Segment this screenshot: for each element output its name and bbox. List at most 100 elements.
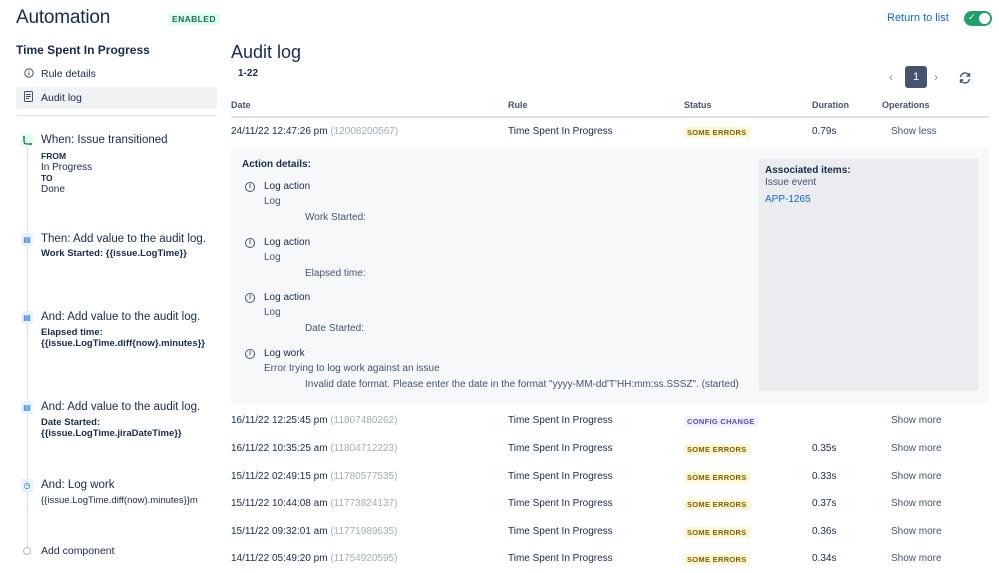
row-rule: Time Spent In Progress bbox=[508, 415, 613, 426]
action-name: Log action bbox=[264, 237, 311, 248]
associated-items-box: Associated items: Issue event APP-1265 bbox=[759, 159, 978, 391]
sidebar-item-audit-log[interactable]: Audit log bbox=[16, 87, 217, 109]
check-icon: ✓ bbox=[968, 12, 976, 22]
row-rule: Time Spent In Progress bbox=[508, 443, 613, 454]
info-icon: i bbox=[245, 293, 255, 303]
to-value: Done bbox=[41, 184, 65, 195]
chevron-right-icon[interactable]: › bbox=[934, 70, 938, 84]
row-execution-id: (11804712223) bbox=[330, 443, 398, 454]
return-to-list-link[interactable]: Return to list bbox=[887, 12, 949, 24]
sidebar-item-label: Rule details bbox=[41, 68, 96, 80]
show-more-button[interactable]: Show more bbox=[891, 553, 942, 564]
row-rule: Time Spent In Progress bbox=[508, 553, 613, 564]
action-type: Log bbox=[264, 196, 281, 207]
row-duration: 0.37s bbox=[812, 498, 837, 509]
show-more-button[interactable]: Show more bbox=[891, 471, 942, 482]
info-icon: i bbox=[245, 238, 255, 248]
row-rule: Time Spent In Progress bbox=[508, 126, 613, 137]
action-step-1[interactable]: Then: Add value to the audit log. Work S… bbox=[41, 233, 221, 259]
from-value: In Progress bbox=[41, 162, 93, 173]
clock-icon: ◷ bbox=[21, 479, 33, 492]
status-badge: SOME ERRORS bbox=[684, 499, 750, 510]
step-title: And: Log work bbox=[41, 479, 115, 491]
action-step-4[interactable]: And: Log work {{issue.LogTime.diff(now).… bbox=[41, 479, 216, 506]
rule-enabled-toggle[interactable]: ✓ bbox=[964, 11, 992, 26]
row-rule: Time Spent In Progress bbox=[508, 471, 613, 482]
page-title: Audit log bbox=[231, 42, 302, 62]
action-error: Error trying to log work against an issu… bbox=[264, 363, 440, 374]
chevron-left-icon[interactable]: ‹ bbox=[889, 70, 893, 84]
action-name: Log work bbox=[264, 348, 305, 359]
audit-log-icon: ▤ bbox=[21, 233, 33, 246]
trigger-step[interactable]: When: Issue transitioned FROM In Progres… bbox=[41, 134, 221, 195]
step-title: And: Add value to the audit log. bbox=[41, 311, 201, 323]
show-more-button[interactable]: Show more bbox=[891, 443, 942, 454]
action-name: Log action bbox=[264, 181, 311, 192]
row-execution-id: (11754920595) bbox=[330, 553, 398, 564]
add-component-link[interactable]: Add component bbox=[41, 545, 115, 557]
table-row: 15/11/22 10:44:08 am (11773824137) Time … bbox=[231, 498, 989, 518]
status-badge: SOME ERRORS bbox=[684, 527, 750, 538]
step-detail: {{issue.LogTime.diff(now).minutes}}m bbox=[41, 495, 198, 506]
column-header-duration: Duration bbox=[812, 100, 849, 110]
row-execution-id: (11780577535) bbox=[330, 471, 398, 482]
enabled-status-badge: ENABLED bbox=[168, 13, 220, 25]
to-label: TO bbox=[41, 173, 53, 183]
from-label: FROM bbox=[41, 151, 67, 161]
status-badge: SOME ERRORS bbox=[684, 444, 750, 455]
row-duration: 0.34s bbox=[812, 553, 837, 564]
step-detail: Work Started: {{issue.LogTime}} bbox=[41, 248, 187, 259]
rule-name-heading: Time Spent In Progress bbox=[16, 43, 150, 57]
associated-items-title: Associated items: bbox=[765, 165, 851, 176]
row-date: 16/11/22 12:25:45 pm (11807480262) bbox=[231, 415, 398, 426]
status-badge: SOME ERRORS bbox=[684, 127, 750, 138]
row-rule: Time Spent In Progress bbox=[508, 526, 613, 537]
row-execution-id: (11807480262) bbox=[330, 415, 398, 426]
refresh-icon[interactable] bbox=[958, 71, 972, 88]
row-date: 16/11/22 10:35:25 am (11804712223) bbox=[231, 443, 398, 454]
action-message: Work Started: bbox=[305, 212, 366, 223]
show-less-button[interactable]: Show less bbox=[891, 126, 937, 137]
column-header-operations: Operations bbox=[882, 100, 930, 110]
row-date: 15/11/22 10:44:08 am (11773824137) bbox=[231, 498, 398, 509]
table-row-expanded: 24/11/22 12:47:26 pm (12008200567) Time … bbox=[231, 126, 989, 146]
table-row: 14/11/22 05:49:20 pm (11754920595) Time … bbox=[231, 553, 989, 573]
show-more-button[interactable]: Show more bbox=[891, 415, 942, 426]
action-step-3[interactable]: And: Add value to the audit log. Date St… bbox=[41, 401, 221, 439]
action-message: Elapsed time: bbox=[305, 268, 366, 279]
action-details-panel: Action details: i Log action Log Work St… bbox=[231, 148, 989, 403]
table-row: 16/11/22 12:25:45 pm (11807480262) Time … bbox=[231, 415, 989, 435]
column-header-date: Date bbox=[231, 100, 251, 110]
status-badge: SOME ERRORS bbox=[684, 554, 750, 565]
pagination-page-button[interactable]: 1 bbox=[905, 66, 927, 88]
trigger-step-title: When: Issue transitioned bbox=[41, 134, 168, 146]
step-detail: Elapsed time: {{issue.LogTime.diff{now}.… bbox=[41, 327, 205, 349]
transition-icon bbox=[21, 134, 33, 147]
audit-log-icon: ▤ bbox=[21, 401, 33, 414]
table-row: 15/11/22 02:49:15 pm (11780577535) Time … bbox=[231, 471, 989, 491]
row-duration: 0.36s bbox=[812, 526, 837, 537]
action-step-2[interactable]: And: Add value to the audit log. Elapsed… bbox=[41, 311, 221, 349]
step-detail: Date Started: {{issue.LogTime.jiraDateTi… bbox=[41, 417, 182, 439]
show-more-button[interactable]: Show more bbox=[891, 498, 942, 509]
app-title: Automation bbox=[16, 7, 111, 28]
column-header-rule: Rule bbox=[508, 100, 528, 110]
show-more-button[interactable]: Show more bbox=[891, 526, 942, 537]
row-duration: 0.33s bbox=[812, 471, 837, 482]
action-type: Log bbox=[264, 307, 281, 318]
sidebar-divider bbox=[16, 115, 217, 116]
row-execution-id: (11771989635) bbox=[330, 526, 398, 537]
sidebar-item-rule-details[interactable]: Rule details bbox=[16, 63, 217, 85]
add-component-dot bbox=[23, 547, 31, 555]
row-execution-id: (11773824137) bbox=[330, 498, 398, 509]
table-row: 16/11/22 10:35:25 am (11804712223) Time … bbox=[231, 443, 989, 463]
step-title: Then: Add value to the audit log. bbox=[41, 233, 206, 245]
issue-link[interactable]: APP-1265 bbox=[765, 194, 811, 205]
status-badge: SOME ERRORS bbox=[684, 472, 750, 483]
row-date: 24/11/22 12:47:26 pm (12008200567) bbox=[231, 126, 399, 137]
info-icon: i bbox=[245, 349, 255, 359]
action-name: Log action bbox=[264, 292, 311, 303]
action-message: Date Started: bbox=[305, 323, 364, 334]
action-details-title: Action details: bbox=[242, 159, 311, 170]
table-row: 15/11/22 09:32:01 am (11771989635) Time … bbox=[231, 526, 989, 546]
